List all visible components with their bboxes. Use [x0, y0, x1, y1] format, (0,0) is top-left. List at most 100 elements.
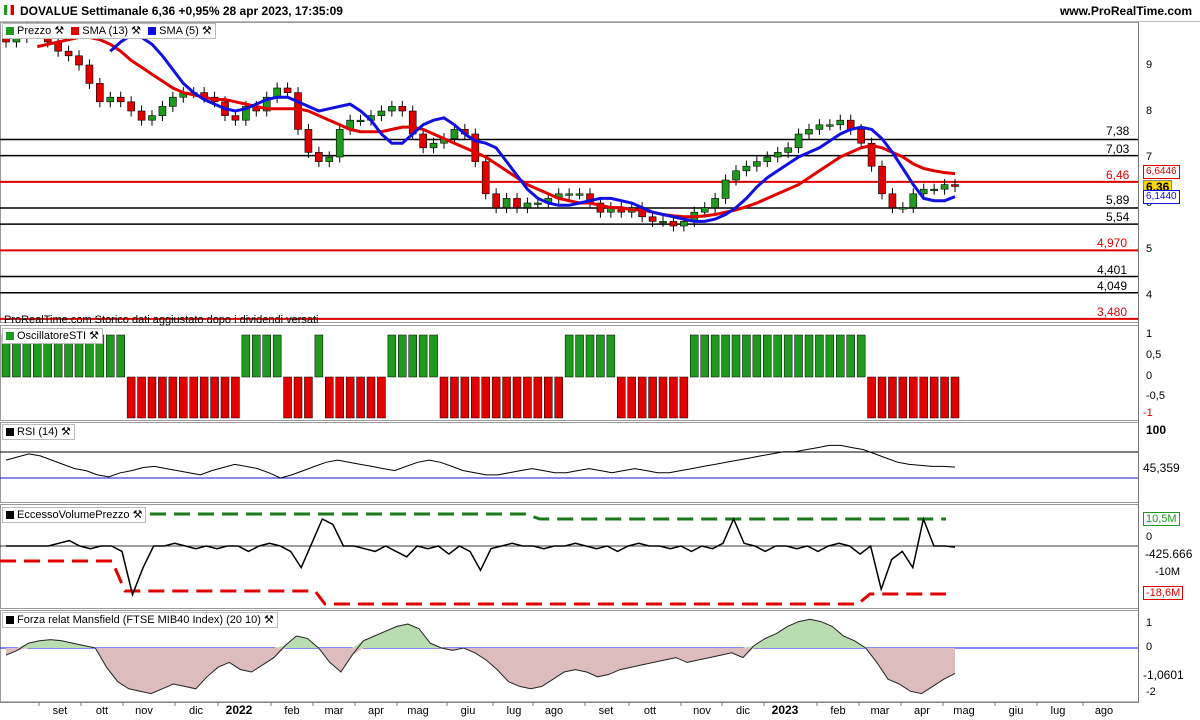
x-axis-label: ott: [96, 705, 108, 717]
level-label: 4,049: [1097, 279, 1128, 293]
x-axis-label: ago: [1095, 705, 1113, 717]
wrench-icon[interactable]: ⚒: [89, 330, 99, 342]
sma13-swatch-icon: [71, 27, 80, 36]
candle-body: [534, 202, 542, 205]
sti-bar: [179, 376, 188, 419]
sti-bar: [450, 376, 459, 419]
candle-body: [502, 198, 511, 208]
legend-sma5: SMA (5): [159, 25, 199, 37]
wrench-icon[interactable]: ⚒: [131, 25, 141, 37]
evp-lower-band: [0, 559, 946, 606]
sti-bar: [679, 376, 689, 419]
candle-body: [231, 115, 240, 121]
x-axis-label: feb: [830, 705, 845, 717]
sti-bar: [199, 376, 209, 419]
site-label[interactable]: www.ProRealTime.com: [1060, 4, 1192, 18]
candle-body: [356, 119, 365, 122]
x-axis-label: 2023: [772, 703, 799, 717]
sti-bar: [262, 334, 271, 378]
wrench-icon[interactable]: ⚒: [264, 614, 274, 626]
candle-body: [304, 129, 313, 153]
sti-bar: [366, 376, 376, 419]
x-axis-label: lug: [507, 705, 522, 717]
sti-bar: [637, 376, 647, 419]
mansfield-legend[interactable]: Forza relat Mansfield (FTSE MIB40 Index)…: [2, 612, 278, 628]
candle-body: [335, 129, 344, 158]
sti-bar: [815, 334, 824, 378]
evp-line: [6, 516, 956, 598]
sti-bar: [387, 334, 397, 378]
evp-legend[interactable]: EccessoVolumePrezzo ⚒: [2, 507, 147, 523]
candle-body: [669, 221, 678, 227]
axis-tick: 5: [1146, 243, 1153, 255]
candle-body: [951, 184, 959, 187]
rsi-legend[interactable]: RSI (14) ⚒: [2, 424, 75, 440]
sti-title: OscillatoreSTI: [17, 330, 87, 342]
sti-bar: [888, 376, 897, 419]
candle-body: [659, 221, 667, 224]
sti-bar: [773, 334, 782, 378]
sti-bar: [189, 376, 198, 419]
wrench-icon[interactable]: ⚒: [54, 25, 64, 37]
x-axis-label: mar: [325, 705, 344, 717]
sti-bar: [596, 334, 605, 378]
sti-bar: [523, 376, 532, 419]
sti-bar: [575, 334, 584, 378]
candle-body: [513, 198, 521, 208]
axis-tick: -1: [1143, 407, 1153, 419]
level-label: 7,03: [1106, 142, 1130, 156]
sti-bar: [856, 334, 866, 378]
price-legend[interactable]: Prezzo ⚒ SMA (13) ⚒ SMA (5) ⚒: [2, 23, 216, 39]
candle-body: [732, 170, 740, 181]
x-axis-label: ott: [644, 705, 656, 717]
candle-body: [419, 133, 427, 149]
italy-flag-icon: [4, 5, 14, 15]
evp-upper-chip: 10,5M: [1143, 512, 1180, 526]
axis-tick: 8: [1146, 105, 1153, 117]
sti-bar: [648, 376, 657, 419]
wrench-icon[interactable]: ⚒: [133, 509, 143, 521]
price-note: ProRealTime.com Storico dati aggiustato …: [4, 314, 319, 326]
sma5-swatch-icon: [148, 27, 157, 36]
axis-tick: 100: [1146, 423, 1167, 437]
axis-tick: 7: [1146, 151, 1153, 163]
sti-bar: [533, 376, 543, 419]
legend-sma13: SMA (13): [82, 25, 129, 37]
candle-body: [169, 96, 177, 107]
sti-bar: [564, 334, 574, 378]
wrench-icon[interactable]: ⚒: [202, 25, 212, 37]
candle-body: [878, 165, 886, 195]
candle-body: [75, 55, 83, 66]
sti-bar: [304, 376, 313, 419]
evp-title: EccessoVolumePrezzo: [17, 509, 130, 521]
sti-bar: [429, 334, 438, 378]
candle-body: [481, 161, 490, 195]
sti-bar: [325, 376, 334, 419]
x-axis-label: giu: [461, 705, 476, 717]
evp-upper-band: [150, 512, 946, 521]
sti-bar: [210, 376, 219, 419]
sti-legend[interactable]: OscillatoreSTI ⚒: [2, 328, 104, 344]
candle-body: [398, 106, 407, 112]
sti-bar: [658, 376, 668, 419]
level-label: 7,38: [1106, 124, 1130, 138]
level-label: 5,54: [1106, 210, 1130, 224]
x-axis-label: mag: [953, 705, 974, 717]
chart-title: DOVALUE Settimanale 6,36 +0,95% 28 apr 2…: [20, 4, 343, 18]
panel-frame: [0, 422, 1139, 503]
sti-bar: [502, 376, 511, 419]
level-label: 4,970: [1097, 236, 1128, 250]
sti-bar: [158, 376, 167, 419]
wrench-icon[interactable]: ⚒: [61, 426, 71, 438]
sti-bar: [700, 334, 709, 378]
chart-header: DOVALUE Settimanale 6,36 +0,95% 28 apr 2…: [0, 0, 1200, 22]
rsi-swatch-icon: [6, 428, 14, 437]
candle-body: [721, 179, 730, 199]
mansfield-value: -1,0601: [1143, 668, 1184, 682]
sti-bar: [752, 334, 762, 378]
sti-bar: [721, 334, 730, 378]
x-axis-label: mag: [407, 705, 428, 717]
candle-body: [492, 193, 500, 208]
sti-bar: [794, 334, 803, 378]
axis-tick: -10M: [1155, 566, 1181, 578]
